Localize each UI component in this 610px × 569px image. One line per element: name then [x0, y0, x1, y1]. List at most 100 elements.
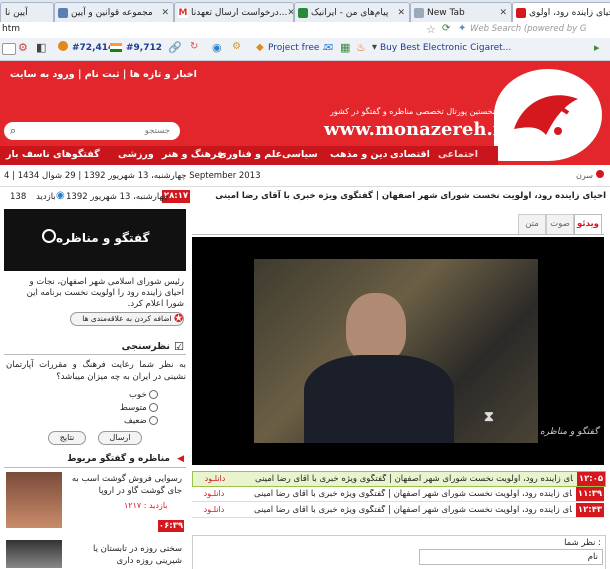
mail-icon[interactable]: ✉	[324, 41, 333, 54]
part-title[interactable]: بخش 3 | احیای زاینده رود، اولویت نخست شو…	[254, 505, 572, 515]
nav-item-economic[interactable]: اقتصادی	[390, 149, 430, 160]
nav-item-culture[interactable]: فرهنگ و هنر	[162, 149, 223, 160]
poll-question: به نظر شما رعایت فرهنگ و مقررات آپارتمان…	[6, 360, 186, 382]
article-headline-bar: احیای زاینده رود، اولویت نخست شورای شهر …	[192, 190, 610, 204]
country-rank[interactable]: #9,712	[126, 43, 162, 53]
star-icon[interactable]: ☆	[426, 23, 436, 36]
related-time: ۰۶:۳۹	[158, 520, 184, 532]
tab-new-tab[interactable]: New Tab ✕	[410, 2, 512, 22]
part-row[interactable]: ۱۲:۴۳ بخش 3 | احیای زاینده رود، اولویت ن…	[192, 503, 604, 518]
site-search-input[interactable]: جستجو	[145, 126, 170, 136]
favorite-star-icon[interactable]: ✪	[174, 312, 183, 325]
logo-calligraphy-icon	[514, 95, 578, 135]
comment-box: نظر شما : نام	[192, 535, 606, 569]
tab-text[interactable]: متن	[518, 214, 546, 234]
chart-icon[interactable]: ▦	[340, 41, 350, 54]
part-time: ۱۱:۳۹	[576, 487, 604, 501]
tab-gmail[interactable]: M درخواست ارسال تعهدنا... ✕	[174, 2, 294, 22]
related-item-text[interactable]: رسوایی فروش گوشت اسب به جای گوشت گاو در …	[66, 473, 182, 497]
site-domain: www.monazereh.ir	[324, 119, 510, 140]
video-player[interactable]: ⧗ گفتگو و مناظره	[192, 237, 604, 465]
radio-icon[interactable]	[149, 403, 159, 412]
related-thumbnail[interactable]	[6, 472, 62, 528]
poll-option[interactable]: ضعیف	[120, 415, 159, 428]
related-visits: بازدید : ۱۲۱۷	[124, 501, 168, 510]
settings-icon[interactable]: ⚙	[232, 41, 241, 52]
refresh-icon[interactable]: ⟳	[442, 23, 450, 34]
global-rank[interactable]: #72,414	[72, 43, 114, 53]
radio-icon[interactable]	[149, 416, 159, 425]
project-icon: ◆	[256, 42, 264, 53]
poll-option[interactable]: خوب	[120, 389, 159, 402]
close-icon[interactable]: ✕	[397, 8, 405, 18]
addon-toolbar: ⚙ ◧ #72,414 #9,712 🔗 ↻ ◉ ⚙ ◆ Project fre…	[0, 38, 610, 61]
name-label: نام	[587, 552, 598, 562]
media-tabs: ویدئو صوت متن	[192, 210, 604, 235]
project-free-link[interactable]: Project free ...	[268, 43, 331, 53]
video-frame: ⧗	[254, 259, 538, 443]
cog-icon[interactable]: ⚙	[18, 41, 28, 54]
toolbar-box-icon[interactable]	[2, 43, 16, 55]
nav-item-regrettable[interactable]: گفتگوهای ناسف بار	[6, 149, 100, 160]
part-time: ۱۲:۴۳	[576, 503, 604, 517]
tab-regulations[interactable]: آیین نا	[0, 2, 54, 22]
dropdown-icon[interactable]: ▾	[372, 42, 377, 53]
search-input[interactable]: Web Search (powered by G	[470, 24, 610, 34]
download-link[interactable]: دانلـود	[195, 474, 235, 483]
tab-iranic[interactable]: پیام‌های من - ایرانیک ✕	[294, 2, 410, 22]
eye-icon: ◉	[56, 190, 65, 201]
poll-option[interactable]: متوسط	[120, 402, 159, 415]
nav-item-religion[interactable]: دین و مذهب	[330, 149, 388, 160]
article-headline: احیای زاینده رود، اولویت نخست شورای شهر …	[215, 191, 606, 201]
tab-video[interactable]: ویدئو	[574, 214, 602, 234]
part-row[interactable]: ۱۱:۳۹ بخش 2 | احیای زاینده رود، اولویت ن…	[192, 487, 604, 502]
part-title[interactable]: بخش 1 | احیای زاینده رود، اولویت نخست شو…	[255, 474, 573, 484]
search-engine-icon[interactable]: ✦	[458, 23, 466, 34]
add-favorite-button[interactable]: اضافه کردن به علاقه‌مندی ها	[70, 312, 184, 326]
refresh-icon[interactable]: ↻	[190, 41, 198, 52]
fire-icon[interactable]: ♨	[356, 41, 366, 54]
india-flag-icon	[110, 43, 122, 52]
download-link[interactable]: دانلـود	[194, 489, 234, 498]
article-meta: ۲۸:۱۷ چهارشنبه، 13 شهریور 1392 بازدید : …	[4, 190, 190, 204]
name-field[interactable]: نام	[419, 549, 603, 565]
toolbar-more-icon[interactable]: ▸	[594, 41, 600, 54]
nav-item-sports[interactable]: ورزشی	[118, 149, 154, 160]
poll-check-icon: ☑	[174, 340, 184, 353]
close-icon[interactable]: ✕	[161, 8, 169, 18]
buy-link[interactable]: Buy Best Electronic Cigaret...	[380, 43, 511, 53]
part-title[interactable]: بخش 2 | احیای زاینده رود، اولویت نخست شو…	[254, 489, 572, 499]
main-nav: اجتماعی اقتصادی دین و مذهب سیاسی علم و ف…	[0, 146, 498, 165]
search-icon[interactable]: ⌕	[10, 124, 16, 138]
bookmark-icon[interactable]: ◧	[36, 41, 46, 54]
related-item-text[interactable]: سختی روزه در تابستان یا شیرینی روزه داری	[66, 543, 182, 567]
poll-results-button[interactable]: نتایج	[48, 431, 86, 445]
nav-item-social[interactable]: اجتماعی	[438, 149, 478, 160]
radio-icon[interactable]	[149, 390, 159, 399]
nav-item-science[interactable]: علم و فناوری	[218, 149, 282, 160]
part-row[interactable]: ۱۲:۰۵ بخش 1 | احیای زاینده رود، اولویت ن…	[192, 471, 606, 487]
url-field[interactable]: htm	[2, 24, 20, 34]
poll-send-button[interactable]: ارسال	[98, 431, 142, 445]
page-icon	[58, 7, 68, 18]
globe-icon[interactable]: ◉	[212, 41, 222, 54]
channel-logo-icon: ⧗	[484, 409, 494, 425]
breadcrumb[interactable]: سرن	[576, 171, 593, 180]
link-icon[interactable]: 🔗	[168, 41, 182, 54]
date-line: چهارشنبه، 13 شهریور 1392 | 29 شوال 1434 …	[4, 171, 261, 181]
top-links[interactable]: اخبار و تازه ها | ثبت نام | ورود به سایت	[10, 69, 197, 80]
close-icon[interactable]: ✕	[287, 8, 293, 18]
tab-laws[interactable]: مجموعه قوانین و آیین ✕	[54, 2, 174, 22]
tab-monazereh[interactable]: حیای زاینده رود، اولوی	[512, 2, 610, 22]
related-thumbnail[interactable]	[6, 540, 62, 568]
poll-options: خوب متوسط ضعیف	[120, 389, 159, 428]
program-banner[interactable]: گفتگو و مناظره	[4, 209, 186, 271]
nav-item-politics[interactable]: سیاسی	[282, 149, 318, 160]
site-logo[interactable]	[494, 69, 602, 161]
comment-label: نظر شما :	[564, 538, 601, 548]
close-icon[interactable]: ✕	[499, 8, 507, 18]
tab-audio[interactable]: صوت	[546, 214, 574, 234]
download-link[interactable]: دانلـود	[194, 505, 234, 514]
site-favicon-icon	[298, 7, 308, 18]
address-bar: htm ☆ ⟳ ✦ Web Search (powered by G	[0, 22, 610, 39]
